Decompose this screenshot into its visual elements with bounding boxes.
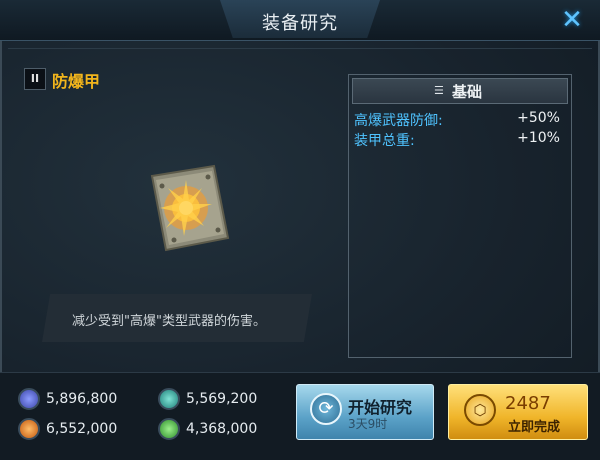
armor-plate-image: [132, 158, 242, 258]
list-icon: ☰: [434, 84, 444, 97]
resource-value: 5,569,200: [186, 391, 258, 407]
tier-badge: II: [24, 68, 46, 90]
research-duration: 3天9时: [348, 417, 388, 431]
item-description: 减少受到"高爆"类型武器的伤害。: [72, 314, 266, 329]
resource-radiation: 5,896,800: [18, 388, 128, 414]
stat-label: 装甲总重:: [354, 133, 415, 149]
resource-value: 6,552,000: [46, 421, 118, 437]
stat-value: +10%: [517, 130, 560, 146]
stat-row: 高爆武器防御: +50%: [354, 110, 566, 130]
clock-icon: ⟳: [310, 393, 342, 425]
stat-row: 装甲总重: +10%: [354, 130, 566, 150]
stats-header-label: 基础: [452, 83, 483, 101]
close-icon[interactable]: ✕: [556, 6, 588, 34]
radiation-icon: [18, 388, 40, 410]
resource-energy: 6,552,000: [18, 418, 128, 444]
resource-value: 5,896,800: [46, 391, 118, 407]
coin-icon: ⬡: [464, 394, 496, 426]
crystal-icon: [158, 418, 180, 440]
stat-value: +50%: [517, 110, 560, 126]
item-name: 防爆甲: [52, 72, 101, 91]
stat-label: 高爆武器防御:: [354, 113, 443, 129]
resource-value: 4,368,000: [186, 421, 258, 437]
title-bar: 装备研究 ✕: [0, 0, 600, 41]
resource-crystal: 4,368,000: [158, 418, 268, 444]
instant-complete-label: 立即完成: [508, 420, 561, 435]
instant-cost: 2487: [505, 393, 551, 414]
energy-icon: [18, 418, 40, 440]
resource-layers: 5,569,200: [158, 388, 268, 414]
layers-icon: [158, 388, 180, 410]
dialog-title: 装备研究: [262, 13, 338, 34]
